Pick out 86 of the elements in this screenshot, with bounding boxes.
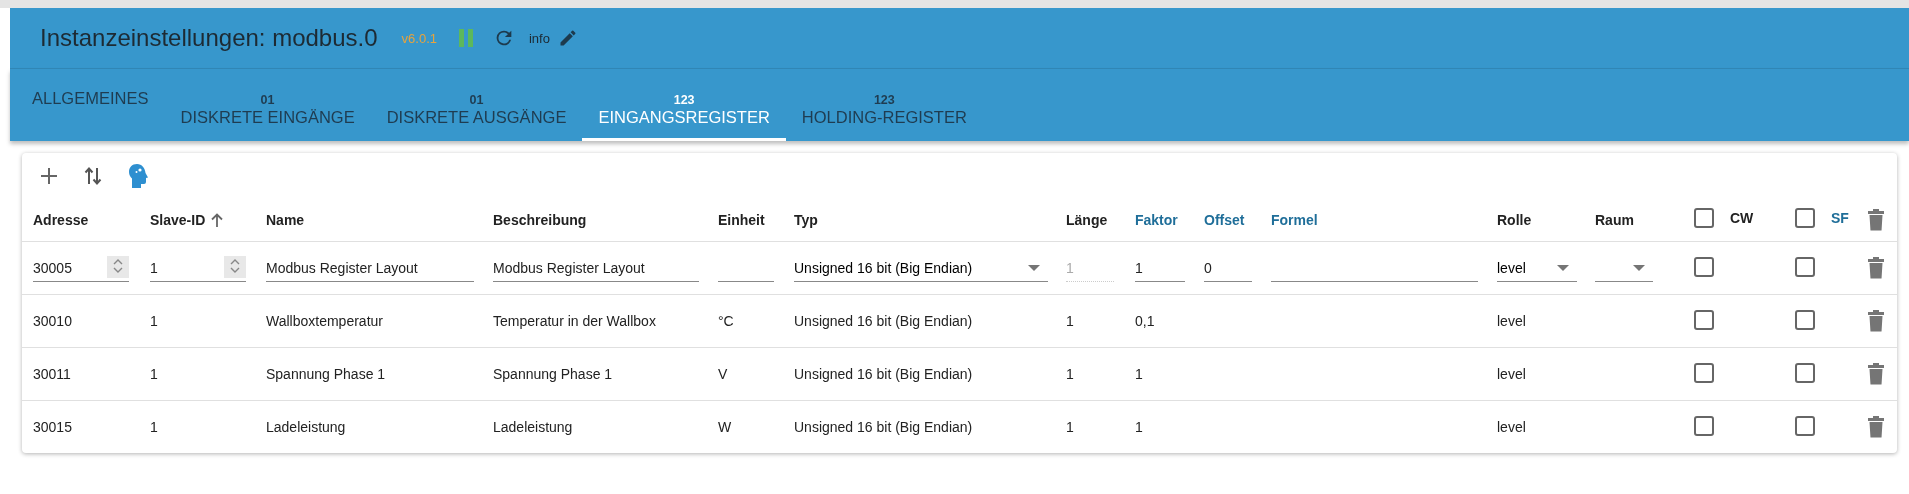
info-label: info xyxy=(529,30,550,46)
column-header[interactable]: Faktor xyxy=(1135,212,1178,228)
checkbox[interactable] xyxy=(1694,415,1714,436)
table-cell: 1 xyxy=(150,419,158,435)
table-cell: Unsigned 16 bit (Big Endian) xyxy=(794,366,973,382)
table-cell: °C xyxy=(718,313,734,329)
column-header: Name xyxy=(266,212,305,228)
column-header: CW xyxy=(1730,210,1754,226)
column-header: Beschreibung xyxy=(493,212,587,228)
table-cell: Wallboxtemperatur xyxy=(266,313,383,329)
table-cell: 1 xyxy=(1135,419,1143,435)
chevron-up-down-icon xyxy=(113,258,123,274)
trash-icon xyxy=(1868,257,1884,279)
table-cell: Unsigned 16 bit (Big Endian) xyxy=(794,419,973,435)
input-field[interactable]: 0 xyxy=(1204,254,1252,282)
tab[interactable]: 01 DISKRETE AUSGÄNGE xyxy=(370,69,583,141)
table-cell: 1 xyxy=(150,366,158,382)
table-cell: 30015 xyxy=(33,419,72,435)
delete-button[interactable] xyxy=(1868,310,1884,332)
trash-icon xyxy=(1868,310,1884,332)
column-header[interactable]: Offset xyxy=(1204,212,1245,228)
tab[interactable]: ALLGEMEINES xyxy=(16,69,165,141)
checkbox[interactable] xyxy=(1795,362,1815,383)
table-cell: 1 xyxy=(1066,366,1074,382)
delete-button[interactable] xyxy=(1868,363,1884,385)
table-cell: level xyxy=(1497,419,1526,435)
checkbox[interactable] xyxy=(1694,208,1714,228)
checkbox[interactable] xyxy=(1694,362,1714,383)
spinner-button[interactable] xyxy=(222,254,246,282)
dropdown-field[interactable]: level xyxy=(1497,254,1577,282)
column-header: Einheit xyxy=(718,212,765,228)
version-label: v6.0.1 xyxy=(401,30,437,46)
column-header: Adresse xyxy=(33,212,89,228)
sort-arrow-icon[interactable] xyxy=(211,213,224,227)
checkbox[interactable] xyxy=(1694,309,1714,330)
table-cell: 1 xyxy=(150,313,158,329)
column-header[interactable]: Formel xyxy=(1271,212,1318,228)
table-cell: Ladeleistung xyxy=(266,419,346,435)
column-header: Typ xyxy=(794,212,818,228)
spinner-button[interactable] xyxy=(105,254,129,282)
table-cell: W xyxy=(718,419,732,435)
table-cell: 1 xyxy=(1066,419,1074,435)
dropdown-field[interactable]: Unsigned 16 bit (Big Endian) xyxy=(794,254,1048,282)
window-title: Instanzeinstellungen: modbus.0 xyxy=(40,24,378,52)
checkbox[interactable] xyxy=(1795,309,1815,330)
checkbox[interactable] xyxy=(1795,256,1815,277)
table-cell: V xyxy=(718,366,728,382)
checkbox[interactable] xyxy=(1795,415,1815,436)
table-cell: level xyxy=(1497,313,1526,329)
delete-button[interactable] xyxy=(1868,209,1884,231)
table-cell: Spannung Phase 1 xyxy=(493,366,613,382)
up-down-arrows-icon xyxy=(84,166,102,186)
table-cell: Ladeleistung xyxy=(493,419,573,435)
head-profile-icon xyxy=(128,164,148,188)
number-field[interactable]: 30005 xyxy=(33,254,105,282)
column-header: Länge xyxy=(1066,212,1108,228)
table-cell: 30011 xyxy=(33,366,71,382)
plus-icon xyxy=(40,167,58,185)
table-cell: Unsigned 16 bit (Big Endian) xyxy=(794,313,973,329)
delete-button[interactable] xyxy=(1868,416,1884,438)
column-header: SF xyxy=(1831,210,1849,226)
trash-icon xyxy=(1868,363,1884,385)
tab[interactable]: 123 HOLDING-REGISTER xyxy=(785,69,983,141)
column-header: Rolle xyxy=(1497,212,1532,228)
input-field[interactable]: 1 xyxy=(1135,254,1185,282)
dropdown-caret-icon xyxy=(1557,264,1569,271)
checkbox[interactable] xyxy=(1795,208,1815,228)
table-cell: level xyxy=(1497,366,1526,382)
column-header[interactable]: Slave-ID xyxy=(150,212,206,228)
dropdown-caret-icon xyxy=(1028,264,1040,271)
table-cell: 1 xyxy=(1066,313,1074,329)
table-cell: Spannung Phase 1 xyxy=(266,366,386,382)
trash-icon xyxy=(1868,209,1884,231)
input-field[interactable]: Modbus Register Layout xyxy=(266,254,474,282)
checkbox[interactable] xyxy=(1694,256,1714,277)
dropdown-caret-icon xyxy=(1633,264,1645,271)
tab[interactable]: 01 DISKRETE EINGÄNGE xyxy=(164,69,371,141)
table-cell: 1 xyxy=(1135,366,1143,382)
delete-button[interactable] xyxy=(1868,257,1884,279)
table-cell: Temperatur in der Wallbox xyxy=(493,313,656,329)
input-field[interactable]: Modbus Register Layout xyxy=(493,254,699,282)
column-header: Raum xyxy=(1595,212,1634,228)
chevron-up-down-icon xyxy=(230,258,240,274)
table-cell: 0,1 xyxy=(1135,313,1155,329)
table-cell: 30010 xyxy=(33,313,72,329)
trash-icon xyxy=(1868,416,1884,438)
